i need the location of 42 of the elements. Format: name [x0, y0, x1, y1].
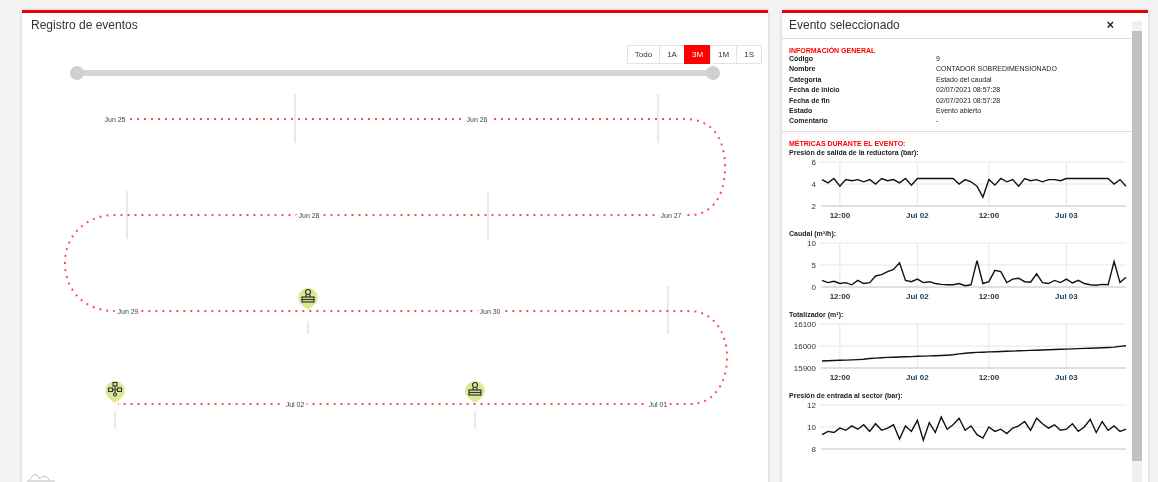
axis-tick-label: 6 [811, 157, 816, 167]
area-chart-icon[interactable] [26, 472, 56, 482]
axis-tick-label: 10 [807, 238, 816, 248]
person-desk-icon [301, 288, 315, 303]
axis-tick-label: 12:00 [978, 372, 1000, 382]
axis-tick-label: 12:00 [829, 291, 851, 301]
person-desk-icon [468, 381, 482, 396]
slider-handle[interactable] [70, 66, 84, 80]
axis-tick-label: 12 [807, 400, 816, 410]
panel-title: Evento seleccionado [789, 17, 900, 32]
close-button[interactable]: × [1106, 17, 1114, 32]
range-button[interactable]: 1S [736, 45, 762, 64]
range-button[interactable]: 1A [659, 45, 685, 64]
axis-tick-label: 5 [811, 260, 816, 270]
axis-tick-label: Jul 03 [1055, 291, 1078, 301]
axis-tick-label: Jul 03 [1055, 210, 1078, 220]
axis-tick-label: 12:00 [829, 210, 851, 220]
axis-tick-label: Jul 03 [1055, 372, 1078, 382]
axis-tick-label: 2 [811, 201, 816, 211]
range-button[interactable]: 3M [683, 45, 712, 64]
event-marker[interactable] [298, 288, 318, 310]
axis-tick-label: Jul 02 [906, 291, 929, 301]
axis-tick-label: 12:00 [829, 372, 851, 382]
axis-tick-label: 10 [807, 422, 816, 432]
range-slider[interactable] [70, 66, 720, 80]
panel-title: Registro de eventos [30, 17, 139, 34]
axis-tick-label: 8 [811, 444, 816, 454]
axis-tick-label: 0 [811, 282, 816, 292]
event-marker[interactable] [465, 381, 485, 403]
network-icon [107, 381, 123, 397]
range-button[interactable]: 1M [710, 45, 738, 64]
slider-handle[interactable] [706, 66, 720, 80]
axis-tick-label: 4 [811, 179, 816, 189]
range-button[interactable]: Todo [626, 45, 661, 64]
axis-tick-label: 12:00 [978, 210, 1000, 220]
axis-tick-label: 16100 [793, 319, 816, 329]
axis-tick-label: 16000 [793, 341, 816, 351]
axis-tick-label: 15900 [793, 363, 816, 373]
event-marker[interactable] [105, 381, 125, 403]
axis-tick-label: Jul 02 [906, 210, 929, 220]
axis-tick-label: 12:00 [978, 291, 1000, 301]
axis-tick-label: Jul 02 [906, 372, 929, 382]
